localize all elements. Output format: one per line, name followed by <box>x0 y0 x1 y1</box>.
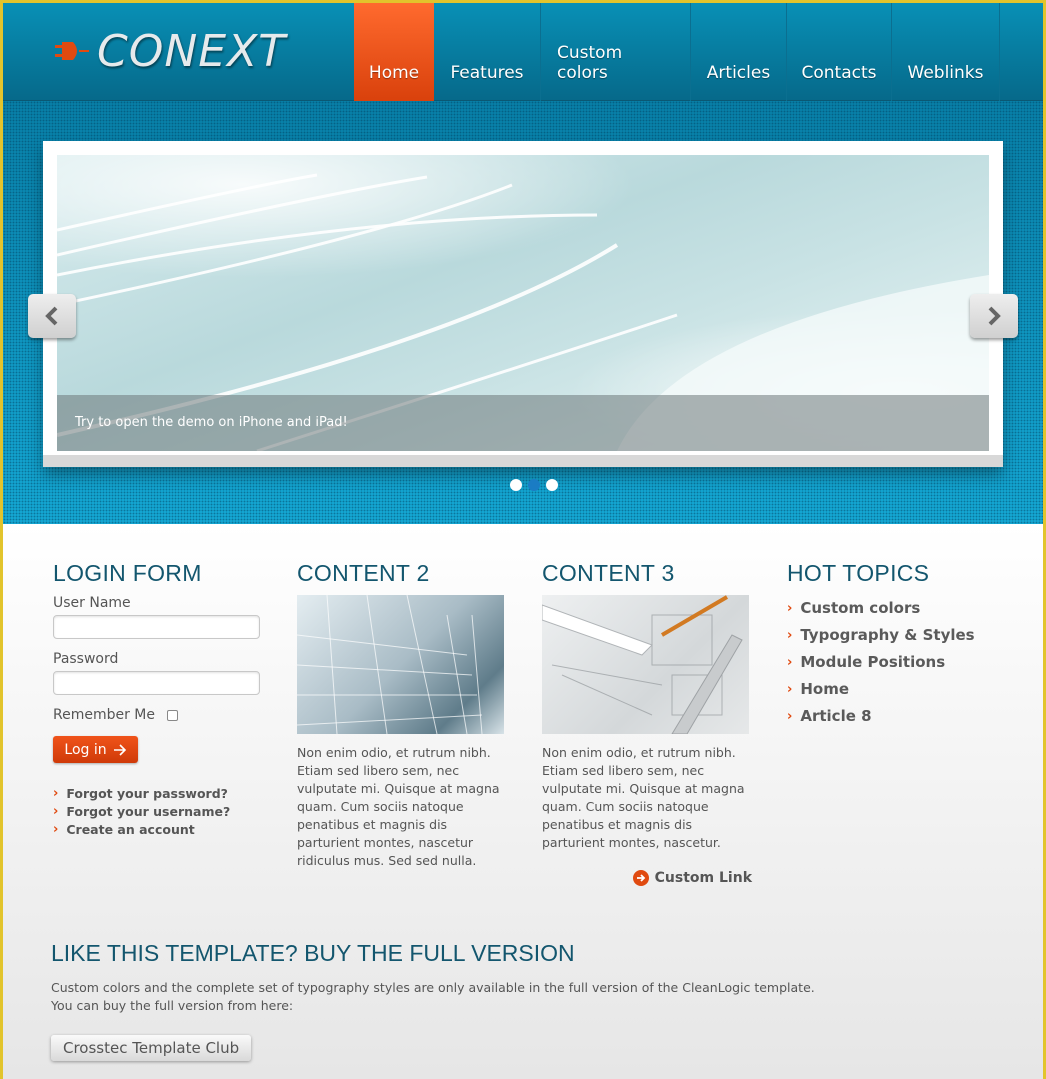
hot-topic-label: Typography & Styles <box>800 626 975 644</box>
chevron-right-icon: › <box>787 628 793 643</box>
plug-icon <box>55 42 89 60</box>
remember-me-checkbox[interactable] <box>167 709 178 721</box>
hot-topics-title: HOT TOPICS <box>787 560 930 586</box>
promo-text-1: Custom colors and the complete set of ty… <box>51 980 815 995</box>
content-2-module: CONTENT 2 Non enim odio, et rutrum nibh.… <box>297 560 507 870</box>
chevron-left-icon <box>45 306 58 326</box>
content-2-title: CONTENT 2 <box>297 560 430 586</box>
password-input[interactable] <box>53 671 260 695</box>
login-links: › Forgot your password? › Forgot your user… <box>53 785 263 839</box>
blueprint-graphic <box>542 595 743 734</box>
login-button[interactable]: Log in <box>53 736 138 763</box>
hot-topic-label: Custom colors <box>800 599 921 617</box>
slider-band: Try to open the demo on iPhone and iPad! <box>3 101 1043 524</box>
arrow-right-icon <box>113 743 126 756</box>
main-nav: Home Features Custom colors Articles Con… <box>354 3 1000 101</box>
site-header: CONEXT Home Features Custom colors Artic… <box>3 3 1043 101</box>
chevron-right-icon: › <box>787 601 793 616</box>
promo-section: LIKE THIS TEMPLATE? BUY THE FULL VERSION… <box>51 940 951 1061</box>
chevron-right-icon: › <box>53 822 59 837</box>
hot-topic-item[interactable]: › Module Positions <box>787 649 1017 676</box>
remember-me-label: Remember Me <box>53 707 155 723</box>
promo-text-2: You can buy the full version from here: <box>51 998 294 1013</box>
nav-custom-colors[interactable]: Custom colors <box>541 3 691 101</box>
nav-articles[interactable]: Articles <box>691 3 787 101</box>
building-image <box>297 595 504 734</box>
slide-dot-2[interactable] <box>528 479 540 491</box>
chevron-right-icon: › <box>53 804 59 819</box>
hot-topic-item[interactable]: › Home <box>787 676 1017 703</box>
content-area: LOGIN FORM User Name Password Remember M… <box>3 524 1043 1079</box>
template-club-button[interactable]: Crosstec Template Club <box>51 1035 252 1061</box>
hot-topic-label: Module Positions <box>800 653 946 671</box>
link-label: Forgot your username? <box>66 804 231 819</box>
hot-topic-label: Home <box>800 680 850 698</box>
chevron-right-icon: › <box>787 682 793 697</box>
hot-topic-item[interactable]: › Article 8 <box>787 703 1017 730</box>
link-label: Forgot your password? <box>66 786 228 801</box>
slide-dot-3[interactable] <box>546 479 558 491</box>
slide-image[interactable]: Try to open the demo on iPhone and iPad! <box>57 155 989 451</box>
forgot-password-link[interactable]: › Forgot your password? <box>53 785 263 803</box>
slide-dot-1[interactable] <box>510 479 522 491</box>
blueprint-image <box>542 595 749 734</box>
hot-topics-list: › Custom colors › Typography & Styles › Mod… <box>787 595 1017 730</box>
password-label: Password <box>53 651 119 667</box>
forgot-username-link[interactable]: › Forgot your username? <box>53 803 263 821</box>
site-name: CONEXT <box>97 25 287 77</box>
logo[interactable]: CONEXT <box>55 25 286 77</box>
chevron-right-icon: › <box>53 786 59 801</box>
remember-me-row: Remember Me <box>53 707 263 723</box>
slide-pagination <box>510 479 558 491</box>
content-3-module: CONTENT 3 Non enim odio, et rutrum nibh.… <box>542 560 752 886</box>
circle-arrow-icon <box>632 870 649 886</box>
nav-features[interactable]: Features <box>434 3 541 101</box>
login-module: LOGIN FORM User Name Password Remember M… <box>53 560 263 839</box>
prev-slide-button[interactable] <box>28 294 76 338</box>
chevron-right-icon <box>988 306 1001 326</box>
username-input[interactable] <box>53 615 260 639</box>
content-2-text: Non enim odio, et rutrum nibh. Etiam sed… <box>297 745 500 868</box>
promo-title: LIKE THIS TEMPLATE? BUY THE FULL VERSION <box>51 940 575 966</box>
hot-topic-item[interactable]: › Custom colors <box>787 595 1017 622</box>
chevron-right-icon: › <box>787 709 793 724</box>
nav-home[interactable]: Home <box>354 3 434 101</box>
hot-topic-item[interactable]: › Typography & Styles <box>787 622 1017 649</box>
next-slide-button[interactable] <box>970 294 1018 338</box>
hot-topic-label: Article 8 <box>800 707 872 725</box>
login-button-label: Log in <box>64 741 107 758</box>
link-label: Create an account <box>66 822 195 837</box>
slide-caption: Try to open the demo on iPhone and iPad! <box>57 395 989 451</box>
custom-link[interactable]: Custom Link <box>632 870 752 886</box>
custom-link-label: Custom Link <box>654 870 752 886</box>
building-graphic <box>297 595 483 734</box>
slideshow: Try to open the demo on iPhone and iPad! <box>43 141 1003 467</box>
chevron-right-icon: › <box>787 655 793 670</box>
hot-topics-module: HOT TOPICS › Custom colors › Typography & … <box>787 560 1017 730</box>
username-label: User Name <box>53 595 131 611</box>
nav-contacts[interactable]: Contacts <box>787 3 892 101</box>
login-title: LOGIN FORM <box>53 560 202 586</box>
content-3-text: Non enim odio, et rutrum nibh. Etiam sed… <box>542 745 745 850</box>
create-account-link[interactable]: › Create an account <box>53 821 263 839</box>
nav-weblinks[interactable]: Weblinks <box>892 3 1000 101</box>
content-3-title: CONTENT 3 <box>542 560 675 586</box>
